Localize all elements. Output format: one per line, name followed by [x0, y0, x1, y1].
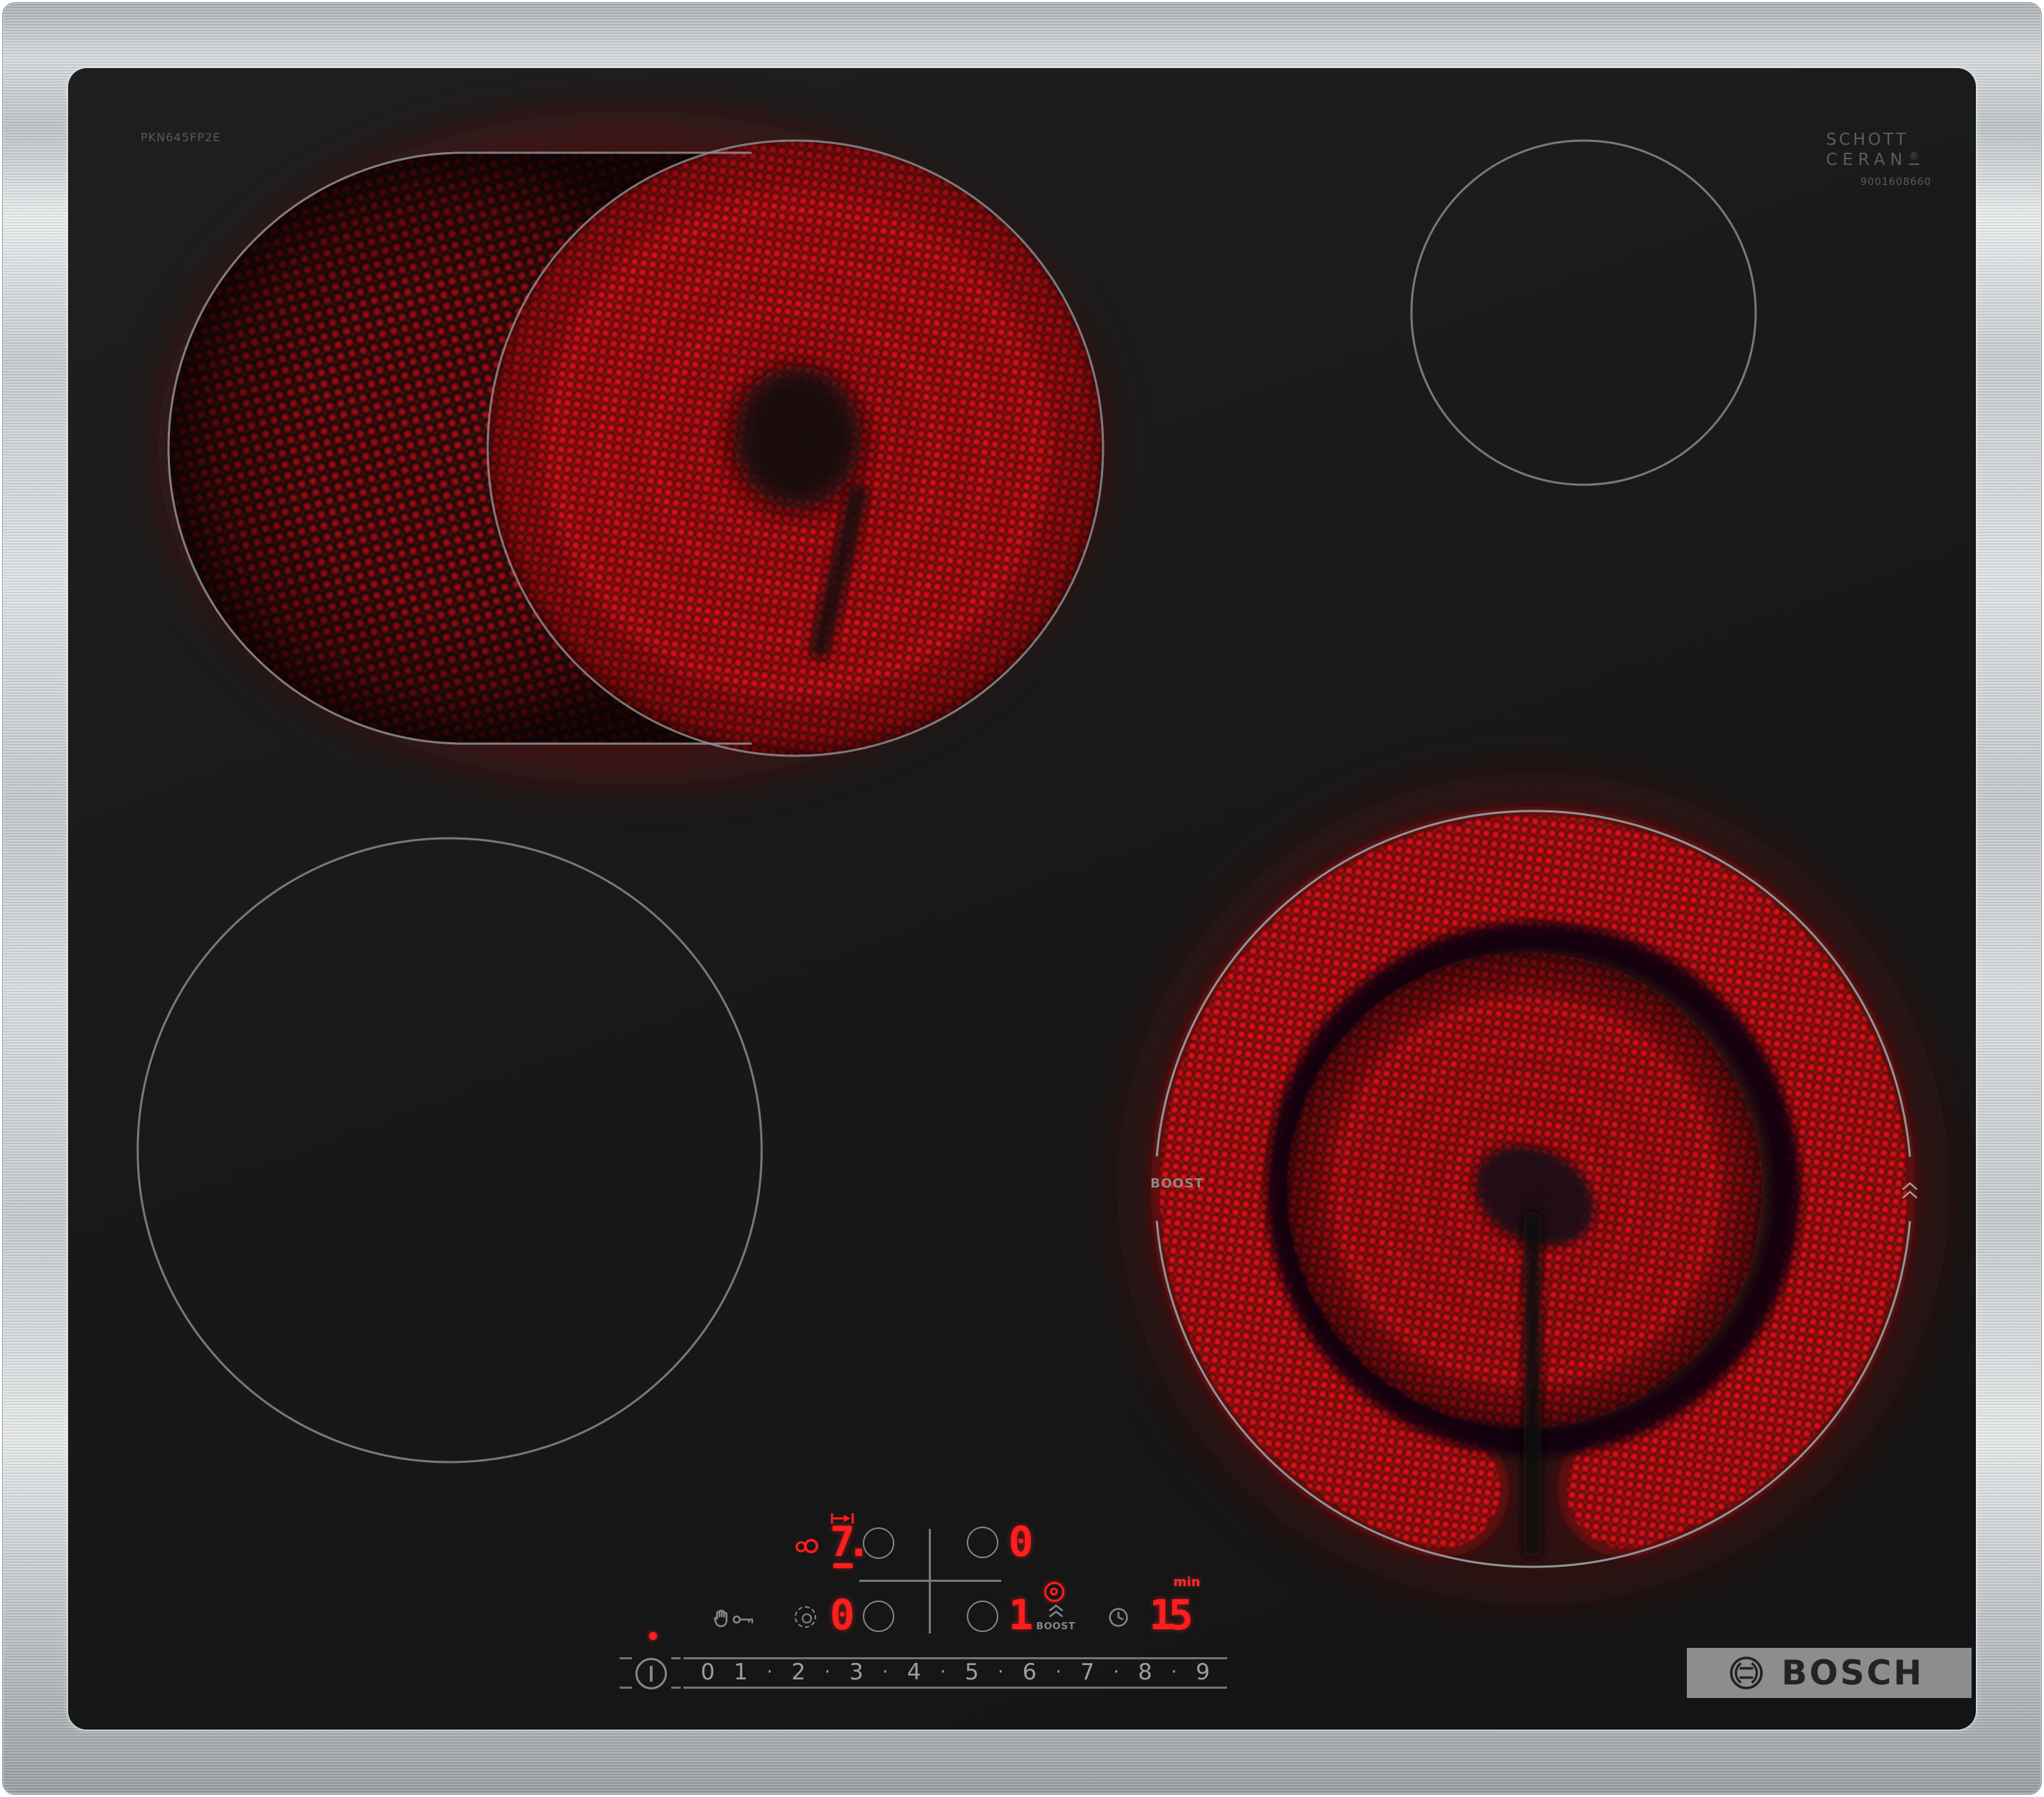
slider-level-4[interactable]: 4	[907, 1661, 922, 1684]
bosch-anchor-icon	[1730, 1656, 1763, 1689]
front-left-zone-outline	[136, 837, 763, 1464]
surface-boost-label: BOOST	[1150, 1176, 1204, 1191]
slider-level-0[interactable]: 0	[701, 1661, 715, 1684]
slider-dash	[671, 1687, 681, 1689]
boost-key-label[interactable]: BOOST	[1033, 1621, 1078, 1632]
bosch-wordmark: BOSCH	[1782, 1653, 1924, 1693]
slider-separator: ·	[940, 1661, 946, 1683]
slider-separator: ·	[824, 1661, 831, 1683]
dual-zone-icon	[795, 1538, 820, 1557]
hand-icon[interactable]	[714, 1608, 730, 1631]
timer-unit-label: min	[1173, 1575, 1201, 1590]
slider-level-8[interactable]: 8	[1138, 1661, 1153, 1684]
slider-separator: ·	[767, 1661, 773, 1683]
front-right-zone-glow	[1117, 773, 1949, 1605]
dual-ring-chevrons-icon	[1901, 1180, 1918, 1203]
boost-chevrons-icon[interactable]	[1048, 1604, 1064, 1621]
schott-line: SCHOTT	[1826, 131, 1908, 149]
slider-level-2[interactable]: 2	[792, 1661, 806, 1684]
slider-separator: ·	[1170, 1661, 1177, 1683]
ceran-line: CERAN	[1826, 151, 1908, 169]
model-number: PKN645FP2E	[141, 131, 221, 144]
zone-indicator-icon	[795, 1606, 816, 1628]
slider-separator: ·	[1113, 1661, 1120, 1683]
zone-art-layer	[68, 68, 1976, 1730]
schott-ceran-logo: SCHOTT CERAN ®	[1826, 131, 1919, 169]
slider-track-bottom-line	[683, 1687, 1227, 1689]
slider-level-9[interactable]: 9	[1196, 1661, 1210, 1684]
slider-separator: ·	[882, 1661, 889, 1683]
slider-dash	[620, 1687, 632, 1689]
zone-select-back-left[interactable]	[863, 1527, 894, 1559]
back-left-level-display: 7.	[830, 1517, 871, 1566]
boost-ring-inner	[1050, 1588, 1058, 1596]
back-right-zone-outline	[1410, 139, 1757, 486]
slider-level-6[interactable]: 6	[1023, 1661, 1037, 1684]
serial-number: 9001608660	[1860, 176, 1932, 188]
slider-level-3[interactable]: 3	[849, 1661, 864, 1684]
slider-separator: ·	[1055, 1661, 1061, 1683]
registered-mark: ®	[1908, 151, 1919, 165]
bosch-logo-plate: BOSCH	[1687, 1648, 1972, 1698]
zone-map-divider-horizontal	[859, 1580, 1001, 1582]
slider-dash	[620, 1657, 632, 1659]
cooktop: PKN645FP2E SCHOTT CERAN ® 9001608660 BOO…	[0, 0, 2044, 1797]
slider-dash	[671, 1657, 681, 1659]
front-left-level-display: 0	[830, 1590, 855, 1639]
zone-select-front-left[interactable]	[863, 1601, 894, 1632]
boost-ring-indicator	[1044, 1582, 1064, 1602]
power-icon	[650, 1666, 653, 1682]
level-slider[interactable]: 0 1 · 2 · 3 · 4 · 5 · 6 · 7 · 8 · 9	[683, 1658, 1227, 1687]
slider-level-5[interactable]: 5	[965, 1661, 979, 1684]
timer-clock-icon[interactable]	[1108, 1607, 1129, 1631]
back-right-level-display: 0	[1008, 1517, 1033, 1566]
zone-indicator-inner-ring	[802, 1613, 812, 1623]
slider-level-7[interactable]: 7	[1080, 1661, 1094, 1684]
power-button[interactable]	[635, 1658, 667, 1689]
timer-display: 15	[1149, 1590, 1193, 1639]
key-icon[interactable]	[732, 1613, 754, 1628]
slider-level-1[interactable]: 1	[734, 1661, 748, 1684]
zone-select-back-right[interactable]	[967, 1527, 998, 1558]
residual-heat-indicator	[649, 1632, 657, 1640]
front-right-level-display: 1	[1008, 1590, 1033, 1639]
zone-select-front-right[interactable]	[967, 1601, 998, 1632]
slider-separator: ·	[998, 1661, 1004, 1683]
back-left-zone-glow	[158, 111, 1104, 785]
extended-zone-segment	[833, 1563, 853, 1568]
